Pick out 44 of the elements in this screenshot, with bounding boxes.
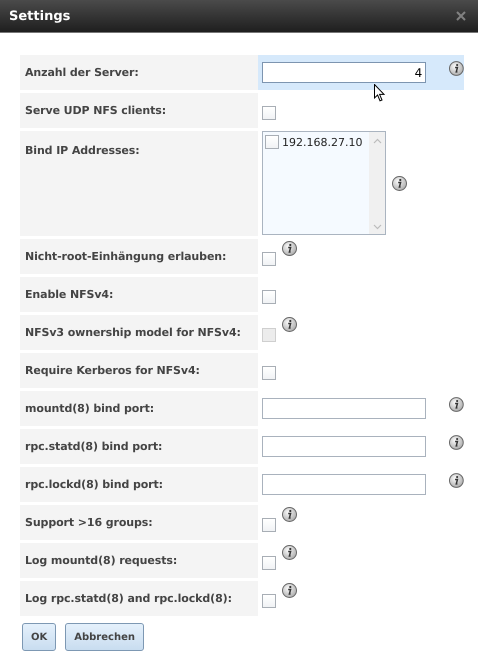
info-icon[interactable] [282, 545, 297, 560]
info-icon[interactable] [282, 583, 297, 598]
checkbox[interactable] [262, 252, 276, 266]
field-label: NFSv3 ownership model for NFSv4: [25, 326, 241, 339]
field-label: Log rpc.statd(8) and rpc.lockd(8): [25, 592, 232, 605]
info-icon[interactable] [449, 61, 464, 76]
checkbox[interactable] [262, 518, 276, 532]
text-field[interactable] [262, 398, 426, 419]
field-label: Bind IP Addresses: [25, 144, 140, 157]
info-icon[interactable] [282, 241, 297, 256]
field-label: Serve UDP NFS clients: [25, 104, 166, 117]
field-label: Log mountd(8) requests: [25, 554, 178, 567]
checkbox[interactable] [262, 366, 276, 380]
checkbox[interactable] [262, 594, 276, 608]
text-field[interactable] [262, 436, 426, 457]
field-label: Nicht-root-Einhängung erlauben: [25, 250, 226, 263]
checkbox[interactable] [262, 290, 276, 304]
scrollbar[interactable] [369, 132, 385, 234]
window-title: Settings [9, 8, 70, 24]
info-icon[interactable] [449, 473, 464, 488]
field-label: Anzahl der Server: [25, 66, 139, 79]
close-icon[interactable] [456, 11, 466, 21]
field-label: Enable NFSv4: [25, 288, 114, 301]
field-label: Support >16 groups: [25, 516, 153, 529]
info-icon[interactable] [449, 435, 464, 450]
checkbox[interactable] [262, 106, 276, 120]
scroll-down-icon[interactable] [372, 224, 382, 230]
info-icon[interactable] [449, 397, 464, 412]
checkbox[interactable] [262, 556, 276, 570]
scroll-up-icon[interactable] [372, 138, 382, 144]
info-icon[interactable] [392, 176, 407, 191]
ip-listbox[interactable]: 192.168.27.10 [262, 131, 386, 235]
field-label: rpc.statd(8) bind port: [25, 440, 162, 453]
field-label: mountd(8) bind port: [25, 402, 154, 415]
dialog-button[interactable]: OK [22, 623, 56, 651]
checkbox[interactable] [265, 135, 279, 149]
text-field[interactable]: 4 [262, 62, 426, 83]
dialog-button[interactable]: Abbrechen [65, 623, 144, 651]
field-label: rpc.lockd(8) bind port: [25, 478, 163, 491]
info-icon[interactable] [282, 507, 297, 522]
text-field[interactable] [262, 474, 426, 495]
field-label: Require Kerberos for NFSv4: [25, 364, 200, 377]
cursor-icon [374, 84, 386, 102]
option-label[interactable]: 192.168.27.10 [282, 136, 362, 148]
